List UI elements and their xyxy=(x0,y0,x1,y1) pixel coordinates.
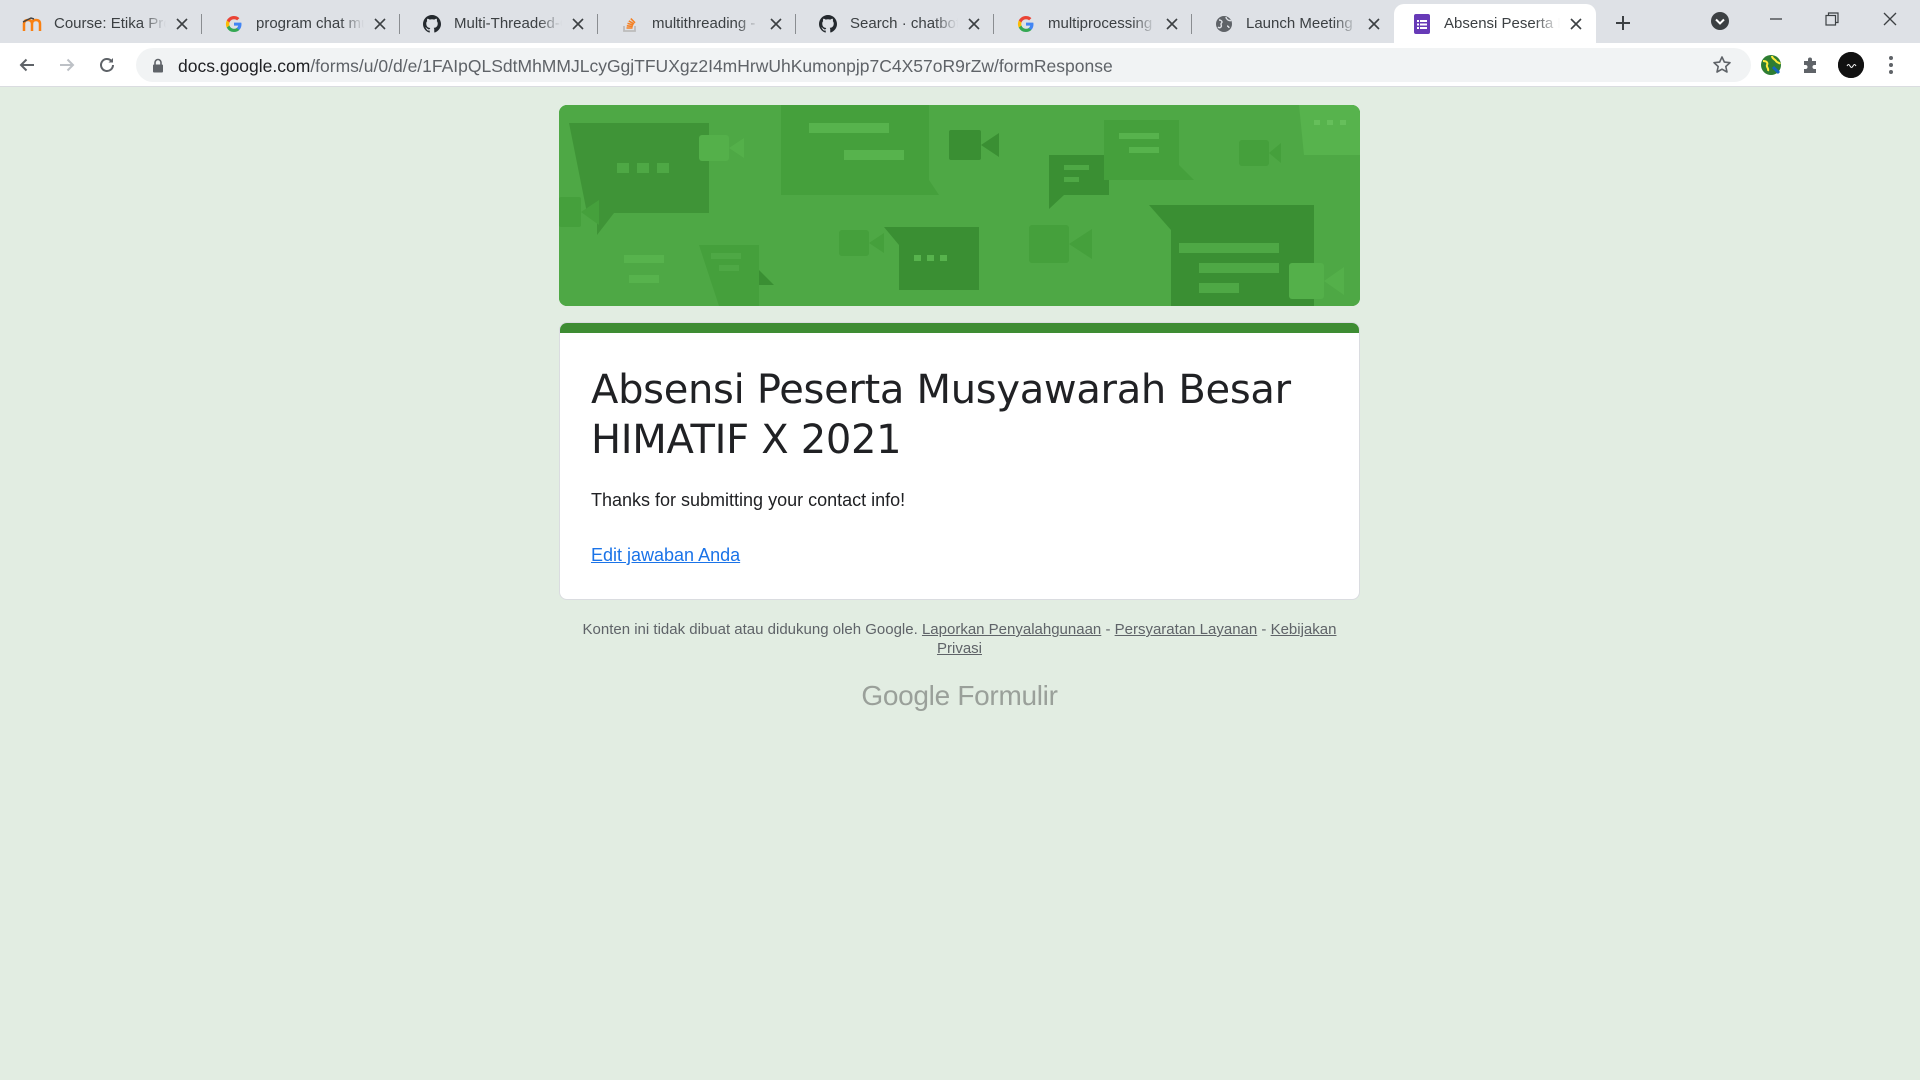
tab-close-icon[interactable] xyxy=(964,14,984,34)
theme-color-bar xyxy=(560,323,1359,333)
back-arrow-icon[interactable] xyxy=(12,50,42,80)
tab-absensi-peserta[interactable]: Absensi Peserta Musyawarah xyxy=(1394,4,1596,43)
profile-avatar[interactable] xyxy=(1838,52,1864,78)
tab-close-icon[interactable] xyxy=(1364,14,1384,34)
tab-multiprocessing-java[interactable]: multiprocessing java xyxy=(994,4,1192,43)
google-forms-icon xyxy=(1412,13,1432,34)
github-icon xyxy=(422,14,442,34)
minimize-icon[interactable] xyxy=(1748,0,1804,38)
extensions-puzzle-icon[interactable] xyxy=(1798,52,1824,78)
google-forms-logo[interactable]: Google Formulir xyxy=(559,680,1360,712)
form-header-banner xyxy=(559,105,1360,306)
footer-separator: - xyxy=(1105,621,1111,638)
tab-program-chat[interactable]: program chat multi xyxy=(202,4,400,43)
tab-title: Launch Meeting - Zoom xyxy=(1246,15,1358,32)
extension-globe-icon[interactable] xyxy=(1758,52,1784,78)
tab-close-icon[interactable] xyxy=(1162,14,1182,34)
tab-title: Search · chatbot · GitHub xyxy=(850,15,958,32)
url-path: /forms/u/0/d/e/1FAIpQLSdtMhMMJLcyGgjTFUX… xyxy=(310,56,1113,76)
edit-response-link[interactable]: Edit jawaban Anda xyxy=(591,545,740,566)
url-host: docs.google.com xyxy=(178,56,311,76)
google-icon xyxy=(224,14,244,34)
tab-close-icon[interactable] xyxy=(172,14,192,34)
forward-arrow-icon[interactable] xyxy=(52,50,82,80)
tab-title: program chat multi xyxy=(256,15,364,32)
form-title: Absensi Peserta Musyawarah Besar HIMATIF… xyxy=(591,367,1291,463)
address-url: docs.google.com/forms/u/0/d/e/1FAIpQLSdt… xyxy=(178,56,1113,77)
tab-title: Multi-Threaded-Chat xyxy=(454,15,562,32)
footer-separator: - xyxy=(1261,621,1267,638)
stackoverflow-icon xyxy=(620,14,640,34)
bookmark-star-icon[interactable] xyxy=(1712,55,1732,75)
tab-close-icon[interactable] xyxy=(568,14,588,34)
restore-icon[interactable] xyxy=(1804,0,1860,38)
tab-strip: Course: Etika Profesi program chat multi… xyxy=(0,0,1920,43)
tab-title: multithreading - Stack xyxy=(652,15,760,32)
browser-menu-kebab-icon[interactable] xyxy=(1878,52,1904,78)
tab-close-icon[interactable] xyxy=(370,14,390,34)
report-abuse-link[interactable]: Laporkan Penyalahgunaan xyxy=(922,621,1101,638)
tab-title: Absensi Peserta Musyawarah xyxy=(1444,15,1560,32)
tab-search-icon[interactable] xyxy=(1709,10,1731,32)
confirmation-message: Thanks for submitting your contact info! xyxy=(591,490,906,510)
tab-course-etika[interactable]: Course: Etika Profesi xyxy=(0,4,202,43)
reload-icon[interactable] xyxy=(92,50,122,80)
moodle-icon xyxy=(22,14,42,34)
page-content: Absensi Peserta Musyawarah Besar HIMATIF… xyxy=(0,87,1920,1080)
tab-multi-threaded-chat[interactable]: Multi-Threaded-Chat xyxy=(400,4,598,43)
tab-multithreading-stack[interactable]: multithreading - Stack xyxy=(598,4,796,43)
globe-icon xyxy=(1214,14,1234,34)
tab-close-icon[interactable] xyxy=(1566,14,1586,34)
tab-search-chatbot[interactable]: Search · chatbot · GitHub xyxy=(796,4,994,43)
github-icon xyxy=(818,14,838,34)
tab-title: multiprocessing java xyxy=(1048,15,1156,32)
google-icon xyxy=(1016,14,1036,34)
tab-title: Course: Etika Profesi xyxy=(54,15,166,32)
disclaimer-text: Konten ini tidak dibuat atau didukung ol… xyxy=(582,621,918,638)
tab-launch-meeting[interactable]: Launch Meeting - Zoom xyxy=(1192,4,1394,43)
lock-icon[interactable] xyxy=(150,57,166,73)
brand-product: Formulir xyxy=(957,680,1058,711)
confirmation-card: Absensi Peserta Musyawarah Besar HIMATIF… xyxy=(559,322,1360,600)
address-bar[interactable]: docs.google.com/forms/u/0/d/e/1FAIpQLSdt… xyxy=(136,48,1751,82)
terms-of-service-link[interactable]: Persyaratan Layanan xyxy=(1115,621,1258,638)
browser-toolbar: docs.google.com/forms/u/0/d/e/1FAIpQLSdt… xyxy=(0,43,1920,87)
tab-close-icon[interactable] xyxy=(766,14,786,34)
new-tab-plus-icon[interactable] xyxy=(1610,10,1636,36)
brand-google: Google xyxy=(861,680,950,711)
chat-bubbles-illustration xyxy=(559,105,1360,306)
footer-disclaimer: Konten ini tidak dibuat atau didukung ol… xyxy=(559,620,1360,658)
close-window-icon[interactable] xyxy=(1862,0,1918,38)
